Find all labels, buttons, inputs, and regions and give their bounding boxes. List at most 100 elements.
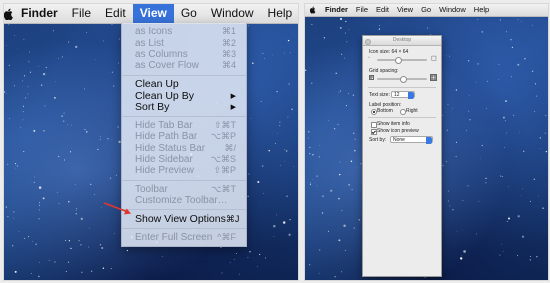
star [68, 240, 71, 242]
menu-item-hide-sidebar[interactable]: Hide Sidebar ⌥⌘S [122, 154, 246, 165]
star [316, 185, 318, 187]
left-screenshot: Finder File Edit View Go Window Help as … [3, 3, 299, 281]
star [504, 147, 505, 148]
menu-item-label: Hide Path Bar [135, 131, 198, 143]
menu-file[interactable]: File [65, 4, 98, 23]
star [501, 175, 503, 178]
star [12, 245, 14, 247]
menu-item-label: Hide Tab Bar [135, 119, 193, 131]
menu-view[interactable]: View [132, 4, 174, 23]
star [427, 27, 429, 29]
menu-item-hide-preview[interactable]: Hide Preview ⇧⌘P [122, 165, 246, 176]
menu-go[interactable]: Go [174, 4, 204, 23]
star [28, 236, 30, 238]
menu-window[interactable]: Window [204, 4, 261, 23]
star [7, 215, 9, 218]
menu-item-sort-by[interactable]: Sort By ▶ [122, 101, 246, 113]
star [64, 240, 67, 242]
star [340, 18, 342, 20]
star [545, 150, 548, 153]
star [262, 165, 264, 167]
menu-item-show-view-options[interactable]: Show View Options ⌘J [122, 213, 246, 225]
star [517, 18, 519, 21]
menu-item-label: Clean Up [135, 78, 179, 91]
menu-item-hide-status-bar[interactable]: Hide Status Bar ⌘/ [122, 143, 246, 154]
star [499, 19, 501, 21]
menu-item-clean-up-by[interactable]: Clean Up By ▶ [122, 90, 246, 102]
menu-help[interactable]: Help [261, 4, 298, 23]
star [256, 266, 258, 267]
star [289, 219, 291, 221]
star [335, 72, 337, 74]
star [520, 21, 522, 22]
icon-size-slider[interactable] [377, 57, 427, 64]
star [309, 264, 311, 266]
star [344, 57, 346, 59]
star [6, 93, 7, 94]
star [501, 243, 503, 245]
star [111, 139, 113, 141]
star [229, 262, 231, 264]
star [316, 175, 318, 177]
close-button-icon[interactable] [365, 38, 371, 45]
star [517, 255, 519, 257]
star [55, 81, 56, 83]
menu-item-as-list[interactable]: as List ⌘2 [122, 37, 246, 49]
star [57, 191, 58, 193]
slider-knob[interactable] [394, 57, 402, 64]
menu-help[interactable]: Help [470, 4, 493, 16]
star [38, 218, 40, 220]
menu-window[interactable]: Window [435, 4, 470, 16]
star [286, 150, 288, 152]
star [351, 189, 353, 191]
star [8, 64, 10, 67]
icon-size-value: 64 × 64 [391, 49, 409, 55]
menu-view[interactable]: View [393, 4, 417, 16]
menu-edit[interactable]: Edit [98, 4, 133, 23]
menu-file[interactable]: File [352, 4, 372, 16]
menu-item-toolbar[interactable]: Toolbar ⌥⌘T [122, 184, 246, 195]
menu-item-customize-toolbar[interactable]: Customize Toolbar… [122, 195, 246, 206]
star [465, 129, 468, 131]
menu-finder[interactable]: Finder [14, 4, 65, 23]
star [339, 161, 341, 163]
star [38, 202, 41, 204]
star [288, 83, 290, 85]
star [338, 198, 340, 200]
star [539, 148, 541, 149]
star [13, 211, 15, 213]
menu-item-enter-full-screen[interactable]: Enter Full Screen ^⌘F [122, 232, 246, 243]
star [498, 64, 500, 65]
star [478, 200, 480, 202]
grid-spacing-slider[interactable] [377, 76, 427, 83]
star [33, 181, 36, 184]
menu-item-as-icons[interactable]: as Icons ⌘1 [122, 26, 246, 37]
menu-item-as-cover-flow[interactable]: as Cover Flow ⌘4 [122, 60, 246, 71]
sort-by-select[interactable]: None [390, 136, 433, 144]
star [284, 160, 285, 162]
menu-item-clean-up[interactable]: Clean Up [122, 78, 246, 91]
menu-item-hide-tab-bar[interactable]: Hide Tab Bar ⇧⌘T [122, 120, 246, 131]
menu-edit[interactable]: Edit [372, 4, 393, 16]
star [486, 80, 488, 82]
menu-item-as-columns[interactable]: as Columns ⌘3 [122, 49, 246, 60]
star [42, 72, 46, 76]
star [505, 31, 507, 33]
shortcut: ⌥⌘S [210, 154, 236, 165]
star [38, 65, 39, 67]
star [262, 52, 264, 54]
apple-menu-icon[interactable] [4, 8, 14, 20]
submenu-arrow-icon: ▶ [230, 92, 236, 100]
apple-menu-icon[interactable] [305, 6, 321, 14]
star [523, 150, 525, 152]
slider-knob[interactable] [399, 76, 407, 83]
shortcut: ⌥⌘T [211, 183, 236, 194]
star [259, 253, 261, 256]
star [273, 224, 276, 228]
menu-item-hide-path-bar[interactable]: Hide Path Bar ⌥⌘P [122, 131, 246, 142]
text-size-select[interactable]: 12 [391, 91, 415, 99]
star [21, 85, 23, 87]
menu-go[interactable]: Go [417, 4, 435, 16]
menu-finder[interactable]: Finder [321, 4, 352, 16]
star [272, 54, 273, 56]
